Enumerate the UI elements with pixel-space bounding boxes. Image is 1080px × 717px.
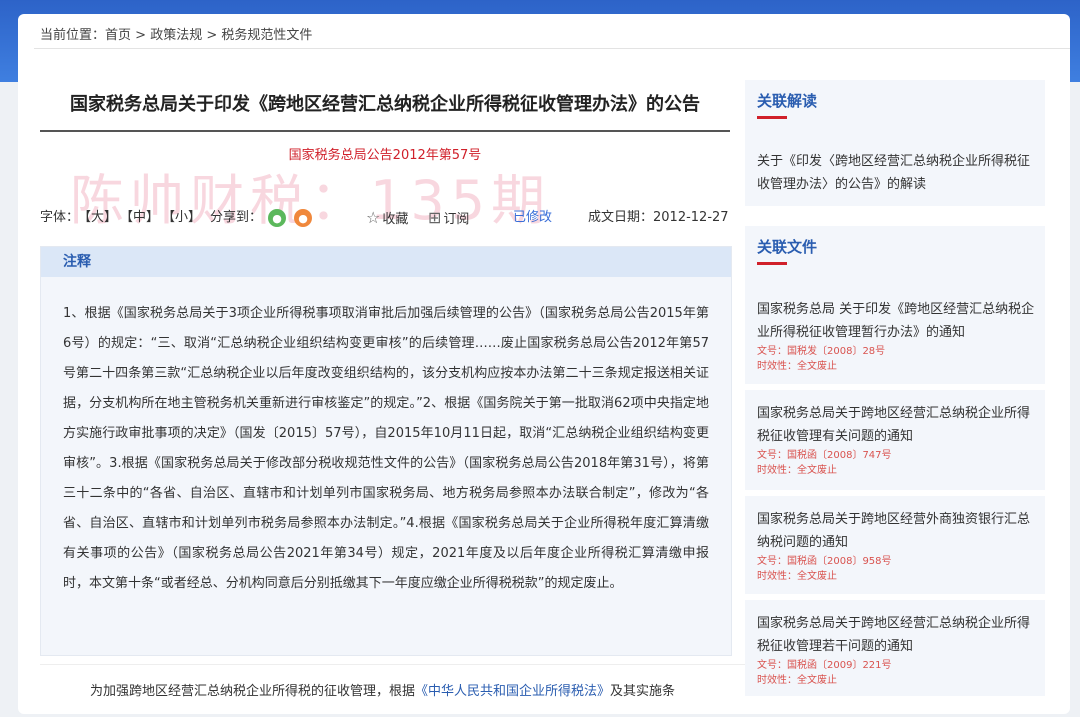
font-size-label: 字体： <box>40 210 80 225</box>
note-text: 1、根据《国家税务总局关于3项企业所得税事项取消审批后加强后续管理的公告》（国家… <box>63 306 709 591</box>
related-file-divider <box>745 384 1045 390</box>
law-link[interactable]: 《中华人民共和国企业所得税法》 <box>415 684 610 699</box>
font-large-button[interactable]: 【大】 <box>78 208 117 228</box>
related-file-item[interactable]: 国家税务总局 关于印发《跨地区经营汇总纳税企业所得税征收管理暂行办法》的通知 文… <box>757 298 1037 374</box>
related-file-divider <box>745 490 1045 496</box>
modified-link[interactable]: 已修改 <box>513 208 552 228</box>
related-file-doc-number: 文号：国税函〔2008〕958号 <box>757 556 892 567</box>
font-small-button[interactable]: 【小】 <box>162 208 201 228</box>
related-file-title[interactable]: 国家税务总局 关于印发《跨地区经营汇总纳税企业所得税征收管理暂行办法》的通知 <box>757 298 1037 344</box>
related-file-title[interactable]: 国家税务总局关于跨地区经营汇总纳税企业所得税征收管理若干问题的通知 <box>757 612 1037 658</box>
related-file-status: 时效性：全文废止 <box>757 675 837 686</box>
breadcrumb-prefix: 当前位置： <box>40 28 106 43</box>
related-file-status: 时效性：全文废止 <box>757 361 837 372</box>
article-toolbar: 字体： 【大】 【中】 【小】 分享到： ● ● ☆ 收藏 ⊞ 订阅 已修改 成文日… <box>40 208 730 230</box>
related-file-divider <box>745 594 1045 600</box>
related-file-item[interactable]: 国家税务总局关于跨地区经营汇总纳税企业所得税征收管理若干问题的通知 文号：国税函… <box>757 612 1037 688</box>
weibo-share-icon[interactable]: ● <box>294 209 312 227</box>
related-reading-underline <box>757 116 787 119</box>
star-icon: ☆ <box>366 208 381 227</box>
article-main: 国家税务总局关于印发《跨地区经营汇总纳税企业所得税征收管理办法》的公告 国家税务… <box>40 78 780 699</box>
related-file-title[interactable]: 国家税务总局关于跨地区经营外商独资银行汇总纳税问题的通知 <box>757 508 1037 554</box>
related-file-doc-number: 文号：国税函〔2009〕221号 <box>757 660 892 671</box>
related-files-panel: 关联文件 国家税务总局 关于印发《跨地区经营汇总纳税企业所得税征收管理暂行办法》… <box>745 226 1045 696</box>
breadcrumb-section-link[interactable]: 政策法规 <box>150 28 202 43</box>
related-file-doc-number: 文号：国税发〔2008〕28号 <box>757 346 886 357</box>
breadcrumb-current[interactable]: 税务规范性文件 <box>221 28 312 43</box>
related-file-status: 时效性：全文废止 <box>757 571 837 582</box>
note-header: 注释 <box>41 247 731 277</box>
wechat-share-icon[interactable]: ● <box>268 209 286 227</box>
related-file-item[interactable]: 国家税务总局关于跨地区经营汇总纳税企业所得税征收管理有关问题的通知 文号：国税函… <box>757 402 1037 478</box>
breadcrumb-home-link[interactable]: 首页 <box>105 28 131 43</box>
favorite-button[interactable]: ☆ 收藏 <box>366 208 408 230</box>
issue-date: 成文日期：2012-12-27 <box>588 210 729 225</box>
article-body: 为加强跨地区经营汇总纳税企业所得税的征收管理，根据《中华人民共和国企业所得税法》… <box>40 664 780 717</box>
favorite-label: 收藏 <box>382 212 409 227</box>
share-label: 分享到： <box>210 210 263 225</box>
related-file-item[interactable]: 国家税务总局关于跨地区经营外商独资银行汇总纳税问题的通知 文号：国税函〔2008… <box>757 508 1037 584</box>
related-reading-link[interactable]: 关于《印发〈跨地区经营汇总纳税企业所得税征收管理办法〉的公告》的解读 <box>757 150 1037 196</box>
related-file-doc-number: 文号：国税函〔2008〕747号 <box>757 450 892 461</box>
related-files-title: 关联文件 <box>757 238 818 256</box>
note-panel: 注释 1、根据《国家税务总局关于3项企业所得税事项取消审批后加强后续管理的公告》… <box>40 246 732 656</box>
related-files-underline <box>757 262 787 265</box>
subscribe-label: 订阅 <box>443 212 470 227</box>
breadcrumb-separator: > <box>202 28 222 43</box>
related-file-status: 时效性：全文废止 <box>757 465 837 476</box>
font-medium-button[interactable]: 【中】 <box>120 208 159 228</box>
related-reading-title: 关联解读 <box>757 92 818 110</box>
related-file-title[interactable]: 国家税务总局关于跨地区经营汇总纳税企业所得税征收管理有关问题的通知 <box>757 402 1037 448</box>
breadcrumb-divider <box>34 48 1070 49</box>
body-text-after: 及其实施条 <box>610 684 676 699</box>
body-text-before: 为加强跨地区经营汇总纳税企业所得税的征收管理，根据 <box>90 684 416 699</box>
related-reading-panel: 关联解读 关于《印发〈跨地区经营汇总纳税企业所得税征收管理办法〉的公告》的解读 <box>745 80 1045 206</box>
page-title: 国家税务总局关于印发《跨地区经营汇总纳税企业所得税征收管理办法》的公告 <box>70 94 700 115</box>
breadcrumb-separator: > <box>131 28 151 43</box>
subscribe-button[interactable]: ⊞ 订阅 <box>428 208 469 230</box>
breadcrumb: 当前位置：首页 > 政策法规 > 税务规范性文件 <box>40 24 312 43</box>
title-divider <box>40 130 730 132</box>
subscribe-icon: ⊞ <box>428 208 442 227</box>
